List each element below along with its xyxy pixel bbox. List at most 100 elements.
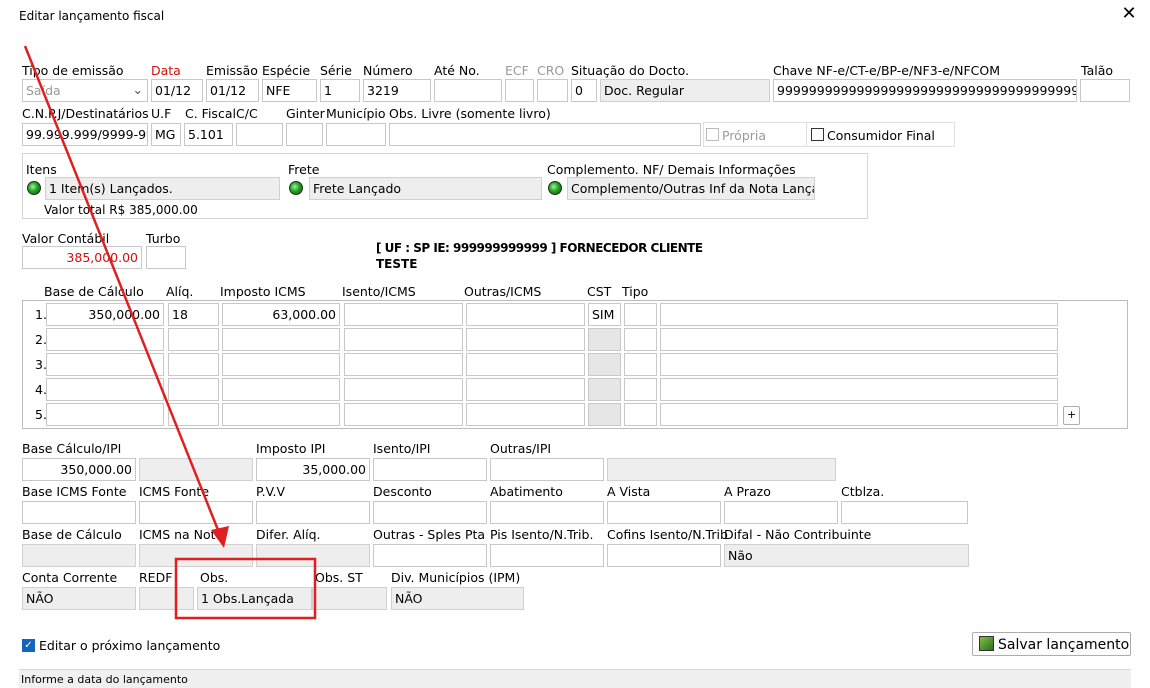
grid-cell-outras[interactable] <box>466 328 585 351</box>
grid-cell-base[interactable] <box>46 378 164 401</box>
ecf-label: ECF <box>505 63 529 78</box>
grid-cell-tipo[interactable] <box>624 303 657 326</box>
emissao-input[interactable]: 01/12 <box>206 79 259 102</box>
grid-cell-tipo[interactable] <box>624 353 657 376</box>
uf-input[interactable]: MG <box>151 123 181 146</box>
base-icms-fonte-input[interactable] <box>22 501 136 524</box>
cfiscal-input[interactable]: 5.101 <box>184 123 233 146</box>
add-row-button[interactable]: + <box>1063 406 1080 425</box>
talao-input[interactable] <box>1080 79 1130 102</box>
grid-cell-imposto[interactable] <box>222 353 340 376</box>
grid-cell-imposto[interactable]: 63,000.00 <box>222 303 340 326</box>
valor-contabil-input[interactable]: 385,000.00 <box>22 246 142 269</box>
icms-na-nota-field <box>139 544 253 567</box>
obs-button[interactable]: 1 Obs.Lançada <box>197 587 312 610</box>
grid-cell-cst[interactable] <box>588 353 621 376</box>
itens-button[interactable]: 1 Item(s) Lançados. <box>45 177 280 200</box>
grid-cell-aliq[interactable]: 18 <box>168 303 219 326</box>
grid-cell-base[interactable] <box>46 328 164 351</box>
grid-cell-extra[interactable] <box>660 328 1058 351</box>
grid-cell-isento[interactable] <box>344 378 463 401</box>
editar-proximo-checkbox[interactable]: ✓ <box>22 639 35 652</box>
grid-cell-cst[interactable] <box>588 328 621 351</box>
base-calculo-ipi-input[interactable]: 350,000.00 <box>22 458 136 481</box>
frete-button[interactable]: Frete Lançado <box>309 177 542 200</box>
grid-cell-cst[interactable] <box>588 403 621 426</box>
consumidor-final-checkbox[interactable] <box>811 128 824 141</box>
obs-livre-input[interactable] <box>389 123 701 146</box>
grid-cell-isento[interactable] <box>344 403 463 426</box>
grid-cell-tipo[interactable] <box>624 378 657 401</box>
close-icon[interactable]: ✕ <box>1118 3 1140 25</box>
isento-ipi-input[interactable] <box>373 458 487 481</box>
grid-cell-base[interactable] <box>46 403 164 426</box>
especie-input[interactable]: NFE <box>262 79 317 102</box>
a-prazo-label: A Prazo <box>724 484 771 499</box>
ecf-input[interactable] <box>505 79 534 102</box>
grid-cell-isento[interactable] <box>344 353 463 376</box>
grid-cell-outras[interactable] <box>466 403 585 426</box>
cro-input[interactable] <box>537 79 568 102</box>
turbo-input[interactable] <box>146 246 186 269</box>
complemento-button[interactable]: Complemento/Outras Inf da Nota Lançad <box>567 177 815 200</box>
propria-checkbox[interactable] <box>706 128 719 141</box>
base-calculo-ipi-label: Base Cálculo/IPI <box>22 441 122 456</box>
grid-cell-extra[interactable] <box>660 378 1058 401</box>
grid-cell-aliq[interactable] <box>168 328 219 351</box>
grid-cell-base[interactable] <box>46 353 164 376</box>
grid-cell-extra[interactable] <box>660 403 1058 426</box>
grid-cell-isento[interactable] <box>344 303 463 326</box>
grid-cell-tipo[interactable] <box>624 328 657 351</box>
imposto-ipi-input[interactable]: 35,000.00 <box>256 458 370 481</box>
ctblza-input[interactable] <box>841 501 968 524</box>
grid-cell-aliq[interactable] <box>168 403 219 426</box>
municipio-input[interactable] <box>326 123 386 146</box>
numero-input[interactable]: 3219 <box>363 79 431 102</box>
grid-cell-outras[interactable] <box>466 378 585 401</box>
difal-field[interactable]: Não <box>724 544 969 567</box>
cnpj-input[interactable]: 99.999.999/9999-99 <box>22 123 148 146</box>
grid-cell-aliq[interactable] <box>168 353 219 376</box>
situacao-code-input[interactable]: 0 <box>571 79 597 102</box>
div-municipios-field[interactable]: NÃO <box>391 587 524 610</box>
grid-cell-outras[interactable] <box>466 303 585 326</box>
grid-cell-cst[interactable] <box>588 378 621 401</box>
grid-cell-cst[interactable]: SIM <box>588 303 621 326</box>
grid-cell-base[interactable]: 350,000.00 <box>46 303 164 326</box>
obs-st-field[interactable] <box>312 587 387 610</box>
cofins-isento-input[interactable] <box>607 544 721 567</box>
grid-cell-imposto[interactable] <box>222 378 340 401</box>
a-vista-input[interactable] <box>607 501 721 524</box>
outras-ipi-label: Outras/IPI <box>490 441 552 456</box>
grid-cell-isento[interactable] <box>344 328 463 351</box>
ginter-input[interactable] <box>286 123 323 146</box>
grid-cell-outras[interactable] <box>466 353 585 376</box>
outras-ipi-input[interactable] <box>490 458 604 481</box>
salvar-button[interactable]: Salvar lançamento <box>972 632 1131 656</box>
data-input[interactable]: 01/12 <box>151 79 203 102</box>
itens-label: Itens <box>26 162 57 177</box>
desconto-input[interactable] <box>373 501 487 524</box>
grid-cell-extra[interactable] <box>660 353 1058 376</box>
cc-input[interactable] <box>236 123 283 146</box>
grid-cell-imposto[interactable] <box>222 403 340 426</box>
serie-input[interactable]: 1 <box>320 79 360 102</box>
redf-field[interactable] <box>139 587 194 610</box>
a-prazo-input[interactable] <box>724 501 838 524</box>
grid-cell-aliq[interactable] <box>168 378 219 401</box>
grid-cell-tipo[interactable] <box>624 403 657 426</box>
ipi-extra-field <box>607 458 836 481</box>
grid-cell-extra[interactable] <box>660 303 1058 326</box>
abatimento-input[interactable] <box>490 501 604 524</box>
icms-fonte-input[interactable] <box>139 501 253 524</box>
chave-input[interactable]: 9999999999999999999999999999999999999999… <box>773 79 1077 102</box>
grid-cell-imposto[interactable] <box>222 328 340 351</box>
cofins-isento-label: Cofins Isento/N.Trib <box>607 527 728 542</box>
tipo-emissao-select[interactable]: Saída ⌄ <box>22 79 148 102</box>
outras-sples-input[interactable] <box>373 544 487 567</box>
complemento-label: Complemento. NF/ Demais Informações <box>547 162 796 177</box>
pvv-input[interactable] <box>256 501 370 524</box>
pis-isento-input[interactable] <box>490 544 604 567</box>
conta-corrente-field[interactable]: NÃO <box>22 587 136 610</box>
ate-no-input[interactable] <box>434 79 502 102</box>
